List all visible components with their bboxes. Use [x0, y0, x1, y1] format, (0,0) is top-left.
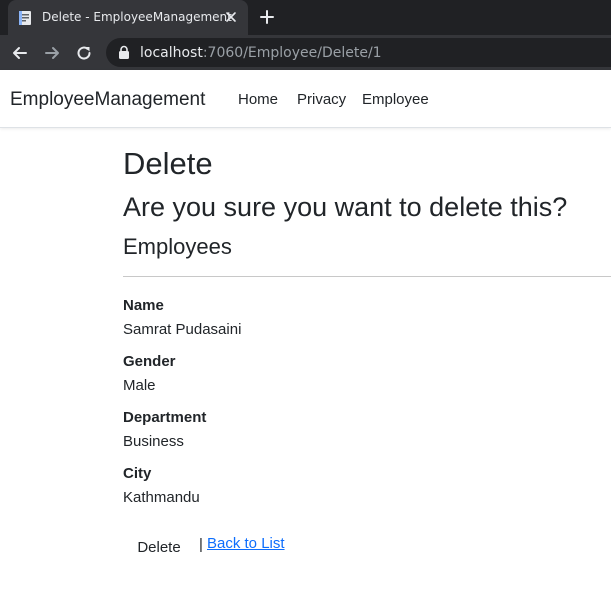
browser-toolbar: localhost:7060/Employee/Delete/1 — [0, 35, 611, 70]
back-arrow-icon[interactable] — [10, 43, 30, 63]
gender-label: Gender — [123, 353, 176, 370]
back-to-list-link[interactable]: Back to List — [207, 535, 285, 552]
url-host: localhost — [140, 45, 203, 61]
browser-tab[interactable]: Delete - EmployeeManagement — [8, 0, 248, 35]
browser-tab-strip: Delete - EmployeeManagement — [0, 0, 611, 35]
lock-icon[interactable] — [118, 45, 130, 60]
delete-button[interactable]: Delete — [123, 534, 195, 560]
nav-link-home[interactable]: Home — [238, 91, 278, 108]
address-bar[interactable]: localhost:7060/Employee/Delete/1 — [106, 38, 611, 67]
document-icon — [18, 10, 32, 26]
plus-icon[interactable] — [258, 8, 276, 26]
navbar-brand[interactable]: EmployeeManagement — [10, 89, 205, 111]
city-value: Kathmandu — [123, 489, 200, 506]
url-path: :7060/Employee/Delete/1 — [202, 45, 382, 61]
department-value: Business — [123, 433, 184, 450]
section-heading: Employees — [123, 234, 232, 259]
name-value: Samrat Pudasaini — [123, 321, 242, 338]
app-navbar: EmployeeManagement Home Privacy Employee — [0, 70, 611, 128]
close-icon[interactable] — [223, 9, 239, 25]
forward-arrow-icon[interactable] — [42, 43, 62, 63]
url-text: localhost:7060/Employee/Delete/1 — [140, 45, 382, 61]
tab-title: Delete - EmployeeManagement — [42, 10, 232, 24]
confirm-heading: Are you sure you want to delete this? — [123, 192, 568, 222]
department-label: Department — [123, 409, 207, 426]
action-separator: | — [199, 536, 203, 553]
nav-link-privacy[interactable]: Privacy — [297, 91, 346, 108]
nav-link-employee[interactable]: Employee — [362, 91, 429, 108]
reload-icon[interactable] — [74, 43, 94, 63]
page-title: Delete — [123, 146, 213, 181]
gender-value: Male — [123, 377, 156, 394]
name-label: Name — [123, 297, 164, 314]
divider — [123, 276, 611, 277]
city-label: City — [123, 465, 152, 482]
